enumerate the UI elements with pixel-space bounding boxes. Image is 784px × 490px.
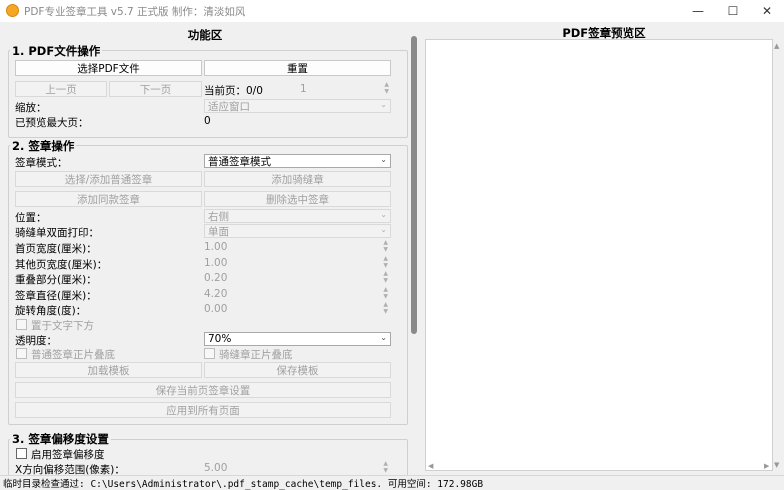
page-number-input[interactable]: 1 ▲ ▼ bbox=[300, 81, 392, 96]
first-width-input[interactable]: 1.00 ▲ ▼ bbox=[204, 239, 391, 254]
spin-arrows-icon[interactable]: ▲ ▼ bbox=[383, 239, 388, 253]
stamp-mode-label: 签章模式： bbox=[15, 157, 68, 169]
position-select[interactable]: 右侧 ⌄ bbox=[204, 209, 391, 223]
current-page-label: 当前页：0/0 bbox=[204, 85, 263, 97]
add-seam-stamp-button[interactable]: 添加骑缝章 bbox=[204, 171, 391, 187]
normal-multiply-checkbox[interactable] bbox=[16, 348, 27, 359]
scroll-right-icon[interactable]: ▶ bbox=[764, 462, 769, 470]
status-text: 临时目录检查通过: C:\Users\Administrator\.pdf_st… bbox=[3, 479, 484, 490]
opacity-label: 透明度： bbox=[15, 335, 57, 347]
other-width-label: 其他页宽度(厘米)： bbox=[15, 259, 108, 271]
seam-duplex-value: 单面 bbox=[208, 225, 229, 238]
left-panel-scrollbar[interactable] bbox=[411, 36, 417, 334]
scroll-up-icon[interactable]: ▲ bbox=[774, 42, 779, 50]
position-label: 位置： bbox=[15, 212, 47, 224]
maximize-button[interactable]: ☐ bbox=[716, 0, 750, 22]
reset-button[interactable]: 重置 bbox=[204, 60, 391, 76]
other-width-value: 1.00 bbox=[204, 257, 228, 269]
preview-canvas[interactable] bbox=[425, 39, 773, 471]
rotation-value: 0.00 bbox=[204, 303, 228, 315]
function-panel: 功能区 1. PDF文件操作 选择PDF文件 重置 上一页 下一页 当前页：0/… bbox=[5, 24, 418, 475]
close-button[interactable]: ✕ bbox=[750, 0, 784, 22]
next-page-button[interactable]: 下一页 bbox=[109, 81, 202, 97]
first-width-value: 1.00 bbox=[204, 241, 228, 253]
chevron-down-icon: ⌄ bbox=[380, 225, 387, 234]
rotation-label: 旋转角度(度)： bbox=[15, 305, 87, 317]
rotation-input[interactable]: 0.00 ▲ ▼ bbox=[204, 301, 391, 316]
delete-stamp-button[interactable]: 删除选中签章 bbox=[204, 191, 391, 207]
stamp-mode-value: 普通签章模式 bbox=[208, 155, 271, 168]
save-template-button[interactable]: 保存模板 bbox=[204, 362, 391, 378]
select-pdf-button[interactable]: 选择PDF文件 bbox=[15, 60, 202, 76]
spin-arrows-icon[interactable]: ▲ ▼ bbox=[383, 460, 388, 474]
page-spin-icon[interactable]: ▲ ▼ bbox=[384, 81, 389, 95]
page-number-value: 1 bbox=[300, 83, 307, 95]
apply-all-pages-button[interactable]: 应用到所有页面 bbox=[15, 402, 391, 418]
enable-offset-label: 启用签章偏移度 bbox=[31, 449, 105, 461]
x-offset-label: X方向偏移范围(像素)： bbox=[15, 464, 125, 475]
first-width-label: 首页宽度(厘米)： bbox=[15, 243, 97, 255]
function-panel-title: 功能区 bbox=[187, 28, 223, 42]
chevron-down-icon: ⌄ bbox=[380, 155, 387, 164]
x-offset-value: 5.00 bbox=[204, 462, 228, 474]
add-same-stamp-button[interactable]: 添加同款签章 bbox=[15, 191, 202, 207]
max-page-label: 已预览最大页： bbox=[15, 117, 89, 129]
x-offset-input[interactable]: 5.00 ▲ ▼ bbox=[204, 460, 391, 475]
seam-multiply-label: 骑缝章正片叠底 bbox=[219, 349, 293, 361]
window-title: PDF专业签章工具 v5.7 正式版 制作：清淡如风 bbox=[24, 6, 246, 18]
diameter-value: 4.20 bbox=[204, 288, 228, 300]
stamp-mode-select[interactable]: 普通签章模式 ⌄ bbox=[204, 154, 391, 168]
zoom-select[interactable]: 适应窗口 ⌄ bbox=[204, 99, 391, 113]
diameter-input[interactable]: 4.20 ▲ ▼ bbox=[204, 286, 391, 301]
diameter-label: 签章直径(厘米)： bbox=[15, 290, 97, 302]
chevron-down-icon: ⌄ bbox=[380, 333, 387, 342]
below-text-label: 置于文字下方 bbox=[31, 320, 94, 332]
spin-arrows-icon[interactable]: ▲ ▼ bbox=[383, 255, 388, 269]
minimize-button[interactable]: — bbox=[681, 0, 715, 22]
seam-multiply-checkbox[interactable] bbox=[204, 348, 215, 359]
status-bar: 临时目录检查通过: C:\Users\Administrator\.pdf_st… bbox=[0, 475, 784, 490]
below-text-checkbox[interactable] bbox=[16, 319, 27, 330]
spin-arrows-icon[interactable]: ▲ ▼ bbox=[383, 301, 388, 315]
opacity-value: 70% bbox=[208, 333, 232, 345]
add-normal-stamp-button[interactable]: 选择/添加普通签章 bbox=[15, 171, 202, 187]
position-value: 右侧 bbox=[208, 210, 229, 223]
chevron-down-icon: ⌄ bbox=[380, 210, 387, 219]
max-page-value: 0 bbox=[204, 115, 211, 127]
pdf-ops-title: 1. PDF文件操作 bbox=[10, 43, 103, 59]
normal-multiply-label: 普通签章正片叠底 bbox=[31, 349, 115, 361]
stamp-ops-title: 2. 签章操作 bbox=[10, 138, 77, 154]
overlap-value: 0.20 bbox=[204, 272, 228, 284]
chevron-down-icon: ⌄ bbox=[380, 100, 387, 109]
app-logo-icon bbox=[6, 4, 19, 17]
overlap-label: 重叠部分(厘米)： bbox=[15, 274, 97, 286]
preview-panel: PDF签章预览区 ▲ ▼ ◀ ▶ bbox=[424, 24, 784, 475]
spin-arrows-icon[interactable]: ▲ ▼ bbox=[383, 286, 388, 300]
overlap-input[interactable]: 0.20 ▲ ▼ bbox=[204, 270, 391, 285]
seam-duplex-select[interactable]: 单面 ⌄ bbox=[204, 224, 391, 238]
zoom-label: 缩放： bbox=[15, 102, 47, 114]
save-page-settings-button[interactable]: 保存当前页签章设置 bbox=[15, 382, 391, 398]
scroll-left-icon[interactable]: ◀ bbox=[428, 462, 433, 470]
scroll-down-icon[interactable]: ▼ bbox=[774, 461, 779, 469]
zoom-value: 适应窗口 bbox=[208, 100, 250, 113]
opacity-select[interactable]: 70% ⌄ bbox=[204, 332, 391, 346]
title-bar: PDF专业签章工具 v5.7 正式版 制作：清淡如风 — ☐ ✕ bbox=[0, 0, 784, 22]
load-template-button[interactable]: 加载模板 bbox=[15, 362, 202, 378]
spin-arrows-icon[interactable]: ▲ ▼ bbox=[383, 270, 388, 284]
enable-offset-checkbox[interactable] bbox=[16, 448, 27, 459]
other-width-input[interactable]: 1.00 ▲ ▼ bbox=[204, 255, 391, 270]
prev-page-button[interactable]: 上一页 bbox=[15, 81, 107, 97]
offset-title: 3. 签章偏移度设置 bbox=[10, 431, 111, 447]
seam-duplex-label: 骑缝单双面打印： bbox=[15, 227, 99, 239]
